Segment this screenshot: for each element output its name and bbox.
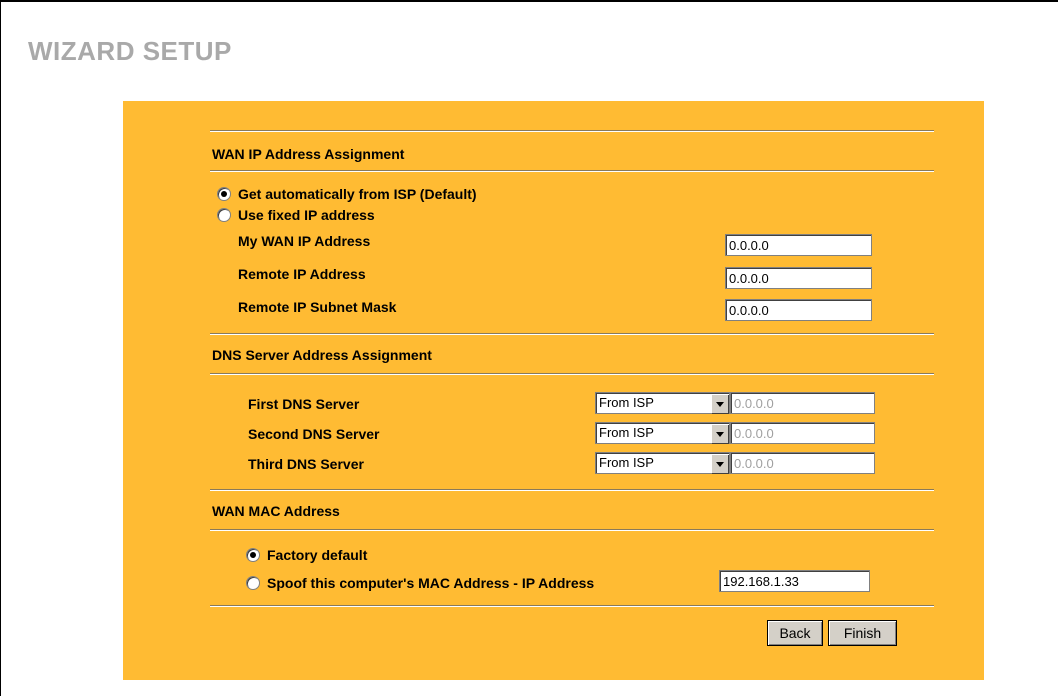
first-dns-label: First DNS Server — [248, 396, 360, 412]
divider — [210, 130, 934, 132]
remote-ip-input[interactable]: 0.0.0.0 — [725, 267, 872, 289]
finish-button[interactable]: Finish — [828, 620, 897, 646]
dns-heading: DNS Server Address Assignment — [212, 347, 432, 363]
second-dns-label: Second DNS Server — [248, 426, 380, 442]
back-button[interactable]: Back — [767, 620, 823, 646]
radio-get-automatically[interactable] — [217, 187, 231, 201]
third-dns-input[interactable]: 0.0.0.0 — [730, 452, 875, 474]
radio-spoof-mac[interactable] — [246, 576, 260, 590]
third-dns-select-value: From ISP — [599, 455, 654, 470]
chevron-down-icon[interactable] — [711, 394, 728, 413]
second-dns-select-value: From ISP — [599, 425, 654, 440]
my-wan-ip-label: My WAN IP Address — [238, 233, 371, 249]
divider — [210, 333, 934, 335]
chevron-down-icon[interactable] — [711, 454, 728, 473]
radio-use-fixed-ip[interactable] — [217, 208, 231, 222]
wan-ip-heading: WAN IP Address Assignment — [212, 146, 405, 162]
option-use-fixed-ip-label: Use fixed IP address — [238, 207, 375, 223]
remote-subnet-input[interactable]: 0.0.0.0 — [725, 299, 872, 321]
first-dns-input[interactable]: 0.0.0.0 — [730, 392, 875, 414]
divider — [210, 529, 934, 531]
remote-ip-label: Remote IP Address — [238, 266, 366, 282]
divider — [210, 489, 934, 491]
second-dns-select[interactable]: From ISP — [595, 422, 730, 444]
option-spoof-mac-label: Spoof this computer's MAC Address - IP A… — [267, 575, 595, 591]
second-dns-input[interactable]: 0.0.0.0 — [730, 422, 875, 444]
first-dns-select-value: From ISP — [599, 395, 654, 410]
third-dns-select[interactable]: From ISP — [595, 452, 730, 474]
page-title: WIZARD SETUP — [28, 36, 232, 66]
remote-subnet-label: Remote IP Subnet Mask — [238, 299, 397, 315]
radio-selected-dot — [221, 191, 227, 197]
radio-factory-default[interactable] — [246, 548, 260, 562]
divider — [210, 373, 934, 375]
mac-heading: WAN MAC Address — [212, 503, 340, 519]
divider — [210, 605, 934, 607]
spoof-ip-input[interactable]: 192.168.1.33 — [719, 570, 870, 592]
chevron-down-icon[interactable] — [711, 424, 728, 443]
option-get-automatically-label: Get automatically from ISP (Default) — [238, 186, 477, 202]
divider — [210, 170, 934, 172]
my-wan-ip-input[interactable]: 0.0.0.0 — [725, 234, 872, 256]
third-dns-label: Third DNS Server — [248, 456, 364, 472]
radio-selected-dot — [250, 552, 256, 558]
first-dns-select[interactable]: From ISP — [595, 392, 730, 414]
option-factory-default-label: Factory default — [267, 547, 368, 563]
